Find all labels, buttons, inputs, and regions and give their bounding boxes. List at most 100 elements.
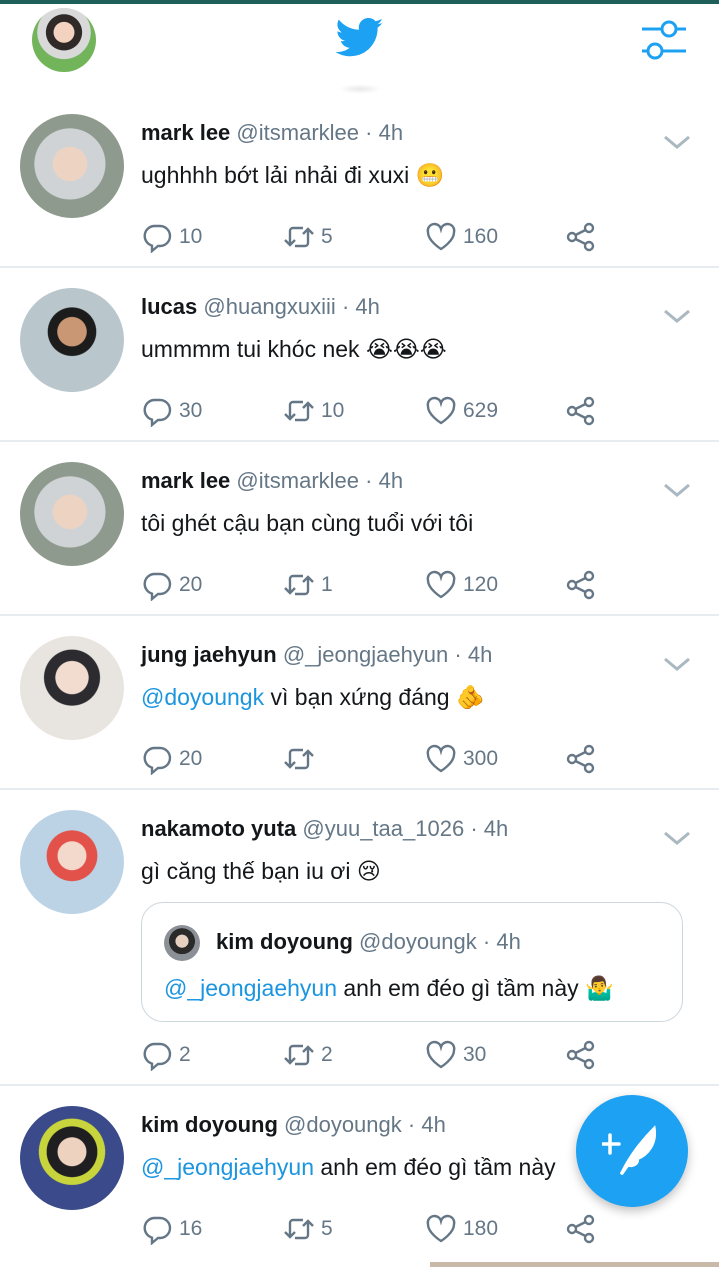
timestamp: 4h (467, 642, 493, 667)
author-name[interactable]: mark lee (141, 120, 230, 145)
heart-icon (426, 1040, 456, 1069)
like-count: 180 (463, 1217, 499, 1240)
timestamp: 4h (378, 468, 404, 493)
separator-dot: · (470, 816, 478, 841)
reply-button[interactable]: 20 (141, 568, 202, 602)
author-name[interactable]: lucas (141, 294, 197, 319)
like-count: 120 (463, 573, 499, 596)
tweet[interactable]: jung jaehyun @_jeongjaehyun · 4h @doyoun… (0, 616, 719, 790)
mention-link[interactable]: @doyoungk (141, 684, 264, 710)
tweet[interactable]: nakamoto yuta @yuu_taa_1026 · 4h gì căng… (0, 790, 719, 1086)
author-handle[interactable]: @itsmarklee (236, 120, 359, 145)
reply-count: 10 (179, 225, 203, 248)
reply-icon (143, 224, 172, 253)
tweet-text: ughhhh bớt lải nhải đi xuxi (141, 162, 410, 188)
retweet-button[interactable]: 1 (283, 568, 333, 602)
chevron-down-icon[interactable] (662, 828, 692, 848)
author-name[interactable]: mark lee (141, 468, 230, 493)
quoted-avatar (164, 925, 200, 961)
like-button[interactable]: 120 (425, 568, 498, 602)
retweet-button[interactable]: 10 (283, 394, 344, 428)
retweet-button[interactable]: 2 (283, 1038, 333, 1072)
avatar[interactable] (20, 636, 124, 740)
author-name[interactable]: jung jaehyun (141, 642, 277, 667)
chevron-down-icon[interactable] (662, 480, 692, 500)
tweet-text: tôi ghét cậu bạn cùng tuổi với tôi (141, 510, 474, 536)
retweet-icon (284, 748, 314, 770)
mention-link[interactable]: @_jeongjaehyun (141, 1154, 314, 1180)
like-count: 30 (463, 1043, 487, 1066)
emoji-crying: 😭 (392, 336, 420, 362)
share-icon (566, 222, 595, 252)
refresh-indicator (338, 84, 382, 94)
reply-button[interactable]: 20 (141, 742, 202, 776)
chevron-down-icon[interactable] (662, 132, 692, 152)
reply-count: 20 (179, 747, 203, 770)
reply-icon (143, 572, 172, 601)
reply-button[interactable]: 2 (141, 1038, 191, 1072)
author-handle[interactable]: @itsmarklee (236, 468, 359, 493)
share-button[interactable] (565, 394, 597, 428)
tweet[interactable]: lucas @huangxuxiii · 4h ummmm tui khóc n… (0, 268, 719, 442)
profile-avatar[interactable] (32, 8, 96, 72)
share-button[interactable] (565, 220, 597, 254)
author-handle[interactable]: @huangxuxiii (203, 294, 335, 319)
reply-button[interactable]: 16 (141, 1212, 202, 1246)
mention-link[interactable]: @_jeongjaehyun (164, 975, 337, 1001)
avatar[interactable] (20, 810, 124, 914)
avatar[interactable] (20, 288, 124, 392)
like-button[interactable]: 300 (425, 742, 498, 776)
like-count: 160 (463, 225, 499, 248)
sliders-icon[interactable] (640, 18, 688, 62)
emoji-grimace: 😬 (415, 162, 445, 188)
tweet[interactable]: mark lee @itsmarklee · 4h tôi ghét cậu b… (0, 442, 719, 616)
reply-icon (143, 1042, 172, 1071)
share-button[interactable] (565, 568, 597, 602)
reply-icon (143, 1216, 172, 1245)
retweet-button[interactable] (283, 742, 321, 776)
avatar[interactable] (20, 1106, 124, 1210)
heart-icon (426, 1214, 456, 1243)
author-handle[interactable]: @_jeongjaehyun (283, 642, 448, 667)
reply-icon (143, 398, 172, 427)
separator-dot: · (407, 1112, 416, 1137)
share-button[interactable] (565, 1212, 597, 1246)
separator-dot: · (454, 642, 462, 667)
like-button[interactable]: 629 (425, 394, 498, 428)
chevron-down-icon[interactable] (662, 306, 692, 326)
emoji-sad: 😢 (356, 858, 381, 884)
compose-tweet-button[interactable] (576, 1095, 688, 1207)
like-button[interactable]: 30 (425, 1038, 486, 1072)
quoted-tweet[interactable]: kim doyoung @doyoungk · 4h @_jeongjaehyu… (141, 902, 683, 1022)
author-name[interactable]: kim doyoung (141, 1112, 278, 1137)
avatar[interactable] (20, 114, 124, 218)
share-icon (566, 1040, 595, 1070)
share-button[interactable] (565, 742, 597, 776)
retweet-icon (284, 1218, 314, 1240)
share-icon (566, 744, 595, 774)
share-button[interactable] (565, 1038, 597, 1072)
quoted-timestamp: 4h (496, 929, 521, 954)
timestamp: 4h (483, 816, 509, 841)
avatar[interactable] (20, 462, 124, 566)
retweet-icon (284, 574, 314, 596)
twitter-bird-icon (336, 18, 384, 57)
like-button[interactable]: 180 (425, 1212, 498, 1246)
reply-button[interactable]: 10 (141, 220, 202, 254)
author-handle[interactable]: @doyoungk (284, 1112, 402, 1137)
timestamp: 4h (355, 294, 380, 319)
heart-icon (426, 570, 456, 599)
retweet-button[interactable]: 5 (283, 1212, 333, 1246)
reply-button[interactable]: 30 (141, 394, 202, 428)
retweet-button[interactable]: 5 (283, 220, 333, 254)
separator-dot: · (341, 294, 350, 319)
chevron-down-icon[interactable] (662, 654, 692, 674)
tweet-text: vì bạn xứng đáng (264, 684, 450, 710)
timestamp: 4h (421, 1112, 446, 1137)
like-button[interactable]: 160 (425, 220, 498, 254)
share-icon (566, 1214, 595, 1244)
reply-count: 2 (179, 1043, 191, 1066)
tweet[interactable]: mark lee @itsmarklee · 4h ughhhh bớt lải… (0, 96, 719, 268)
author-name[interactable]: nakamoto yuta (141, 816, 296, 841)
author-handle[interactable]: @yuu_taa_1026 (302, 816, 464, 841)
